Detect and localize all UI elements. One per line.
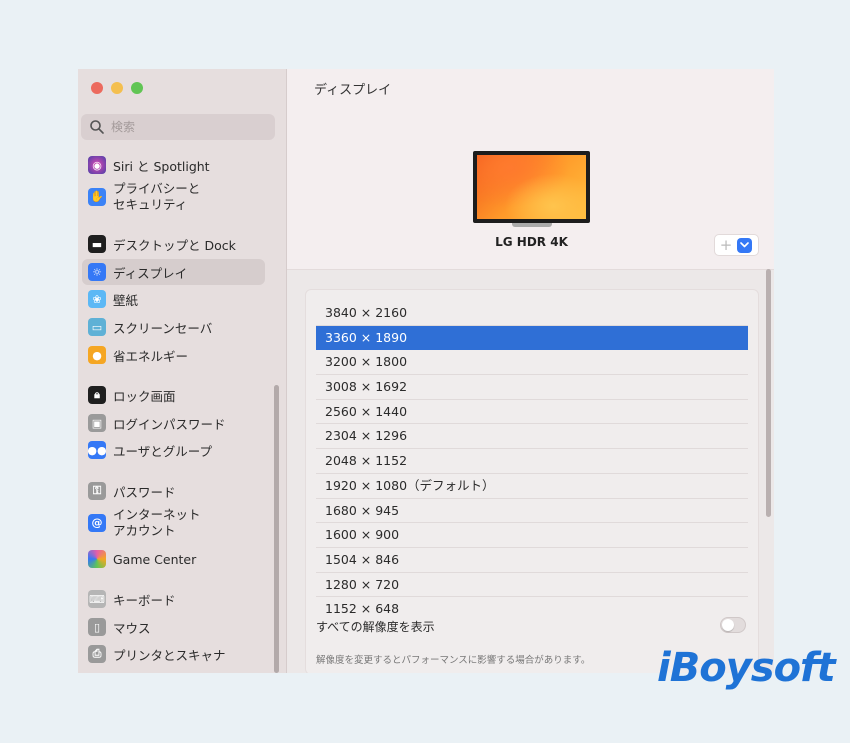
sidebar: ◉ Siri と Spotlight ✋ プライバシーと セキュリティ ▬ デス… — [78, 69, 287, 673]
sidebar-scrollbar[interactable] — [274, 385, 279, 673]
monitor-stand — [512, 223, 552, 227]
sidebar-item-label: インターネット アカウント — [113, 507, 201, 538]
sidebar-item-game-center[interactable]: Game Center — [82, 547, 265, 571]
sidebar-item-label: パスワード — [113, 484, 176, 500]
hand-icon: ✋ — [88, 188, 106, 206]
window-controls — [91, 82, 143, 94]
sidebar-item-label: Game Center — [113, 551, 197, 567]
resolution-option-selected[interactable]: 3360 × 1890 — [316, 325, 748, 351]
resolution-option[interactable]: 3200 × 1800 — [316, 350, 748, 376]
resolution-option[interactable]: 1920 × 1080（デフォルト） — [316, 474, 748, 499]
system-settings-window: ◉ Siri と Spotlight ✋ プライバシーと セキュリティ ▬ デス… — [78, 69, 774, 673]
resolution-option[interactable]: 3008 × 1692 — [316, 375, 748, 400]
monitor-preview[interactable] — [473, 151, 590, 223]
add-display-button[interactable]: + — [715, 236, 737, 254]
search-input[interactable] — [109, 119, 263, 135]
wallpaper-icon: ❀ — [88, 290, 106, 308]
sidebar-item-wallpaper[interactable]: ❀ 壁紙 — [82, 287, 265, 311]
users-icon: ●● — [87, 441, 107, 459]
sidebar-item-label: スクリーンセーバ — [113, 320, 213, 336]
resolution-option[interactable]: 3840 × 2160 — [316, 301, 748, 326]
chevron-down-icon — [740, 242, 749, 248]
sidebar-item-energy[interactable]: ● 省エネルギー — [82, 343, 265, 367]
sidebar-item-screensaver[interactable]: ▭ スクリーンセーバ — [82, 315, 265, 339]
main-scrollbar[interactable] — [766, 269, 771, 517]
game-center-icon — [88, 550, 106, 568]
show-all-resolutions-row: すべての解像度を表示 — [316, 614, 748, 638]
sidebar-item-label: ログインパスワード — [113, 416, 226, 432]
sidebar-item-users-groups[interactable]: ●● ユーザとグループ — [82, 438, 265, 462]
sidebar-item-label: デスクトップと Dock — [113, 237, 236, 253]
sidebar-item-label: プリンタとスキャナ — [113, 647, 226, 663]
wallpaper-preview — [477, 155, 586, 219]
monitor-name: LG HDR 4K — [495, 235, 568, 249]
resolution-option[interactable]: 1680 × 945 — [316, 499, 748, 524]
performance-note: 解像度を変更するとパフォーマンスに影響する場合があります。 — [316, 655, 591, 666]
resolution-option[interactable]: 2048 × 1152 — [316, 449, 748, 474]
resolution-option[interactable]: 2304 × 1296 — [316, 424, 748, 450]
printer-icon: ⎙ — [88, 645, 106, 663]
sidebar-item-label: キーボード — [113, 592, 176, 608]
resolution-option[interactable]: 1600 × 900 — [316, 523, 748, 548]
resolution-panel: 3840 × 2160 3360 × 1890 3200 × 1800 3008… — [305, 289, 759, 673]
sidebar-item-printers[interactable]: ⎙ プリンタとスキャナ — [82, 642, 265, 666]
resolution-list: 3840 × 2160 3360 × 1890 3200 × 1800 3008… — [316, 301, 748, 621]
show-all-resolutions-toggle[interactable] — [720, 617, 746, 633]
toggle-knob — [722, 619, 734, 631]
sidebar-item-label: Siri と Spotlight — [113, 158, 210, 174]
sidebar-item-siri-spotlight[interactable]: ◉ Siri と Spotlight — [82, 153, 265, 177]
sidebar-item-label: プライバシーと セキュリティ — [113, 181, 201, 212]
sidebar-item-label: ディスプレイ — [113, 265, 188, 281]
sidebar-item-desktop-dock[interactable]: ▬ デスクトップと Dock — [82, 232, 265, 256]
login-lock-icon: ▣ — [88, 414, 106, 432]
sidebar-item-internet-accounts[interactable]: @ インターネット アカウント — [82, 505, 265, 541]
sidebar-item-label: 省エネルギー — [113, 348, 189, 364]
sidebar-item-label: ロック画面 — [113, 388, 176, 404]
page-title: ディスプレイ — [314, 83, 392, 98]
sidebar-item-passwords[interactable]: ⚿ パスワード — [82, 479, 265, 503]
resolution-option[interactable]: 1280 × 720 — [316, 573, 748, 598]
main-pane: ディスプレイ LG HDR 4K + 3840 × 2160 3360 × 18… — [287, 69, 774, 673]
add-display-control[interactable]: + — [714, 234, 759, 256]
sidebar-item-login-password[interactable]: ▣ ログインパスワード — [82, 411, 265, 435]
divider — [287, 269, 774, 270]
close-button[interactable] — [91, 82, 103, 94]
energy-icon: ● — [88, 346, 106, 364]
resolution-option[interactable]: 2560 × 1440 — [316, 400, 748, 425]
keyboard-icon: ⌨ — [88, 590, 106, 608]
search-icon — [90, 120, 104, 134]
key-icon: ⚿ — [88, 482, 106, 500]
sidebar-item-privacy[interactable]: ✋ プライバシーと セキュリティ — [82, 179, 265, 215]
sidebar-item-label: マウス — [113, 620, 151, 636]
minimize-button[interactable] — [111, 82, 123, 94]
mouse-icon: ▯ — [88, 618, 106, 636]
display-icon: ☼ — [88, 263, 106, 281]
siri-icon: ◉ — [88, 156, 106, 174]
display-menu-dropdown[interactable] — [737, 237, 752, 253]
sidebar-item-label: ユーザとグループ — [113, 443, 213, 459]
resolution-option[interactable]: 1504 × 846 — [316, 548, 748, 573]
sidebar-item-keyboard[interactable]: ⌨ キーボード — [82, 587, 265, 611]
sidebar-item-label: 壁紙 — [113, 292, 139, 308]
at-icon: @ — [88, 514, 106, 532]
sidebar-item-display[interactable]: ☼ ディスプレイ — [82, 259, 265, 285]
sidebar-item-mouse[interactable]: ▯ マウス — [82, 615, 265, 639]
show-all-resolutions-label: すべての解像度を表示 — [316, 619, 435, 634]
search-box[interactable] — [81, 114, 275, 140]
dock-icon: ▬ — [88, 235, 106, 253]
zoom-button[interactable] — [131, 82, 143, 94]
screensaver-icon: ▭ — [88, 318, 106, 336]
sidebar-item-lock-screen[interactable]: 🔒︎ ロック画面 — [82, 383, 265, 407]
watermark-logo: iBoysoft — [657, 645, 836, 691]
lock-icon: 🔒︎ — [88, 386, 106, 404]
